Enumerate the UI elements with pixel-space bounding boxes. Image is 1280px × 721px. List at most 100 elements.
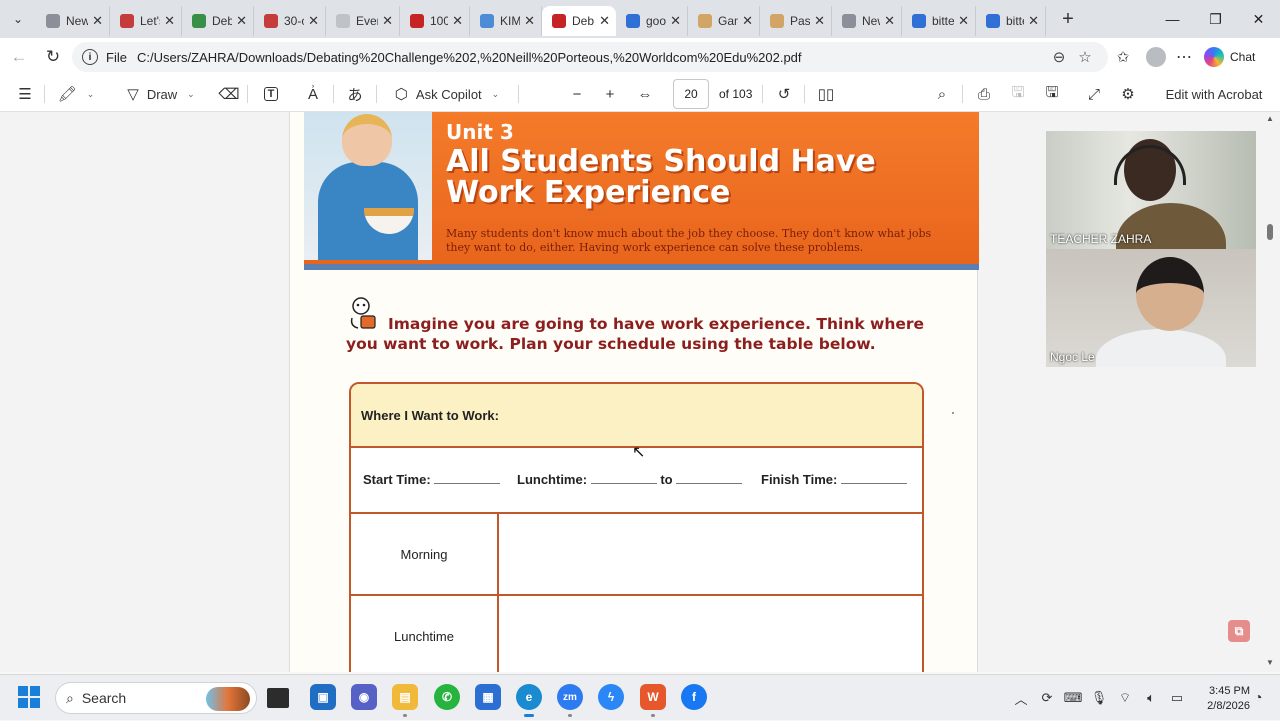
back-arrow-icon[interactable]: ← (2, 47, 36, 67)
browser-tab[interactable]: bitte✕ (902, 6, 976, 36)
keyboard-icon[interactable]: ⌨ (1060, 690, 1086, 706)
tab-close-icon[interactable]: ✕ (742, 13, 753, 29)
tab-close-icon[interactable]: ✕ (452, 13, 463, 29)
rotate-icon[interactable]: ↺ (772, 76, 796, 112)
zoom-app-icon[interactable]: zm (557, 684, 583, 717)
print-icon[interactable]: ⎙ (972, 76, 996, 112)
browser-tab[interactable]: 100 ✕ (400, 6, 470, 36)
widgets-icon[interactable]: ▣ (310, 684, 336, 710)
browser-tab[interactable]: Deb ✕ (182, 6, 254, 36)
browser-tab[interactable]: Past✕ (760, 6, 832, 36)
acrobat-floating-icon[interactable]: ⧉ (1228, 620, 1250, 642)
info-icon[interactable]: i (82, 49, 98, 65)
highlight-button[interactable]: 🖍︎ ⌄ (52, 76, 100, 112)
tab-close-icon[interactable]: ✕ (236, 13, 247, 29)
microphone-icon[interactable]: 🎙︎ (1086, 690, 1112, 706)
omnibox[interactable]: i File C:/Users/ZAHRA/Downloads/Debating… (72, 42, 1108, 72)
windows-start-icon[interactable] (18, 686, 40, 708)
tab-close-icon[interactable]: ✕ (670, 13, 681, 29)
settings-gear-icon[interactable]: ⚙ (1116, 76, 1140, 112)
more-menu-icon[interactable]: ⋯ (1176, 47, 1192, 67)
work-schedule-table: Where I Want to Work: Start Time: Luncht… (349, 382, 924, 672)
read-aloud-icon[interactable]: A͗ (300, 76, 326, 112)
pdf-viewer[interactable]: Unit 3 All Students Should Have Work Exp… (0, 112, 1280, 672)
eraser-icon[interactable]: ⌫ (216, 76, 242, 112)
browser-tab[interactable]: goo ✕ (616, 6, 688, 36)
zoom-icon[interactable]: ⊖ (1046, 48, 1072, 66)
new-tab-button[interactable]: + (1050, 8, 1086, 31)
messenger-icon[interactable]: ϟ (598, 684, 624, 710)
copilot-chat-button[interactable]: Chat (1204, 47, 1255, 67)
fullscreen-icon[interactable]: ⤢ (1082, 76, 1106, 112)
close-window-icon[interactable]: ✕ (1237, 0, 1280, 38)
browser-tab[interactable]: 30-c ✕ (254, 6, 326, 36)
browser-tab[interactable]: bitte✕ (976, 6, 1046, 36)
favorites-icon[interactable]: ✩ (1110, 48, 1136, 66)
save-as-icon[interactable]: 🖫︎ (1040, 76, 1064, 112)
tab-close-icon[interactable]: ✕ (92, 13, 103, 29)
scroll-down-icon[interactable]: ▼ (1266, 658, 1274, 667)
text-box-icon[interactable]: T (258, 76, 284, 112)
volume-icon[interactable]: 🔈︎ (1138, 690, 1164, 706)
scroll-up-icon[interactable]: ▲ (1266, 114, 1274, 123)
student-video-tile[interactable]: Ngoc Le (1046, 249, 1256, 367)
edge-browser-icon[interactable]: e (516, 684, 542, 717)
teacher-video-tile[interactable]: TEACHER ZAHRA (1046, 131, 1256, 249)
zoom-in-icon[interactable]: + (599, 76, 621, 112)
browser-tab[interactable]: Deb ✕ (542, 6, 616, 36)
battery-icon[interactable]: ▭ (1164, 690, 1190, 706)
search-highlight-graphic (206, 687, 250, 711)
wifi-icon[interactable]: ⌔ (1112, 690, 1138, 706)
microsoft-store-icon[interactable]: ▦ (475, 684, 501, 710)
browser-tab[interactable]: Ever ✕ (326, 6, 400, 36)
tab-close-icon[interactable]: ✕ (958, 13, 969, 29)
restore-icon[interactable]: ❐ (1194, 0, 1237, 38)
browser-tab[interactable]: KIM ✕ (470, 6, 542, 36)
tab-close-icon[interactable]: ✕ (164, 13, 175, 29)
profile-avatar[interactable] (1146, 47, 1166, 67)
browser-tab[interactable]: Gam ✕ (688, 6, 760, 36)
browser-tab[interactable]: New✕ (832, 6, 902, 36)
show-hidden-icons-chevron-icon[interactable]: ︿ (1008, 689, 1034, 708)
browser-tab[interactable]: Let's ✕ (110, 6, 182, 36)
tab-search-chevron-icon[interactable]: ⌄ (0, 0, 36, 38)
draw-button[interactable]: ▽ Draw ⌄ (116, 76, 206, 112)
system-clock[interactable]: 3:45 PM 2/8/2026 (1192, 684, 1250, 714)
sync-icon[interactable]: ⟳ (1034, 690, 1060, 706)
file-explorer-icon[interactable]: ▤ (392, 684, 418, 717)
browser-tab[interactable]: New✕ (36, 6, 110, 36)
tab-close-icon[interactable]: ✕ (884, 13, 895, 29)
tab-close-icon[interactable]: ✕ (1028, 13, 1039, 29)
reload-icon[interactable]: ↻ (36, 47, 70, 67)
translate-icon[interactable]: あ (342, 76, 368, 112)
tab-close-icon[interactable]: ✕ (599, 13, 610, 29)
lunch-start-blank (590, 472, 657, 484)
wps-office-icon[interactable]: W (640, 684, 666, 717)
tab-close-icon[interactable]: ✕ (382, 13, 393, 29)
tab-label: KIM (500, 14, 521, 28)
contents-list-icon[interactable]: ☰ (12, 76, 38, 112)
ask-copilot-button[interactable]: ⬡ Ask Copilot ⌄ (388, 76, 506, 112)
zoom-out-icon[interactable]: − (566, 76, 588, 112)
tab-close-icon[interactable]: ✕ (524, 13, 535, 29)
facebook-icon[interactable]: f (681, 684, 707, 710)
tab-close-icon[interactable]: ✕ (814, 13, 825, 29)
search-icon (912, 14, 926, 28)
tab-close-icon[interactable]: ✕ (308, 13, 319, 29)
find-icon[interactable]: ⌕ (930, 76, 954, 112)
taskbar-search-box[interactable]: ⌕ Search (55, 682, 257, 714)
minimize-icon[interactable]: — (1151, 0, 1194, 38)
vertical-scrollbar[interactable]: ▲ ▼ (1262, 112, 1280, 672)
fit-width-icon[interactable]: ⇔ (633, 76, 657, 112)
task-view-icon[interactable] (267, 688, 289, 708)
url-text[interactable]: C:/Users/ZAHRA/Downloads/Debating%20Chal… (137, 50, 1046, 65)
edit-with-acrobat-button[interactable]: Edit with Acrobat (1158, 76, 1270, 112)
teams-chat-icon[interactable]: ◉ (351, 684, 377, 710)
notifications-icon[interactable]: ◔ (1254, 689, 1262, 705)
scroll-thumb[interactable] (1267, 224, 1273, 240)
save-icon[interactable]: 🖫︎ (1006, 76, 1030, 112)
favorite-star-icon[interactable]: ☆ (1072, 48, 1098, 66)
page-view-icon[interactable]: ▯▯ (814, 76, 838, 112)
page-number-input[interactable]: 20 (673, 79, 709, 109)
whatsapp-icon[interactable]: ✆ (434, 684, 460, 710)
